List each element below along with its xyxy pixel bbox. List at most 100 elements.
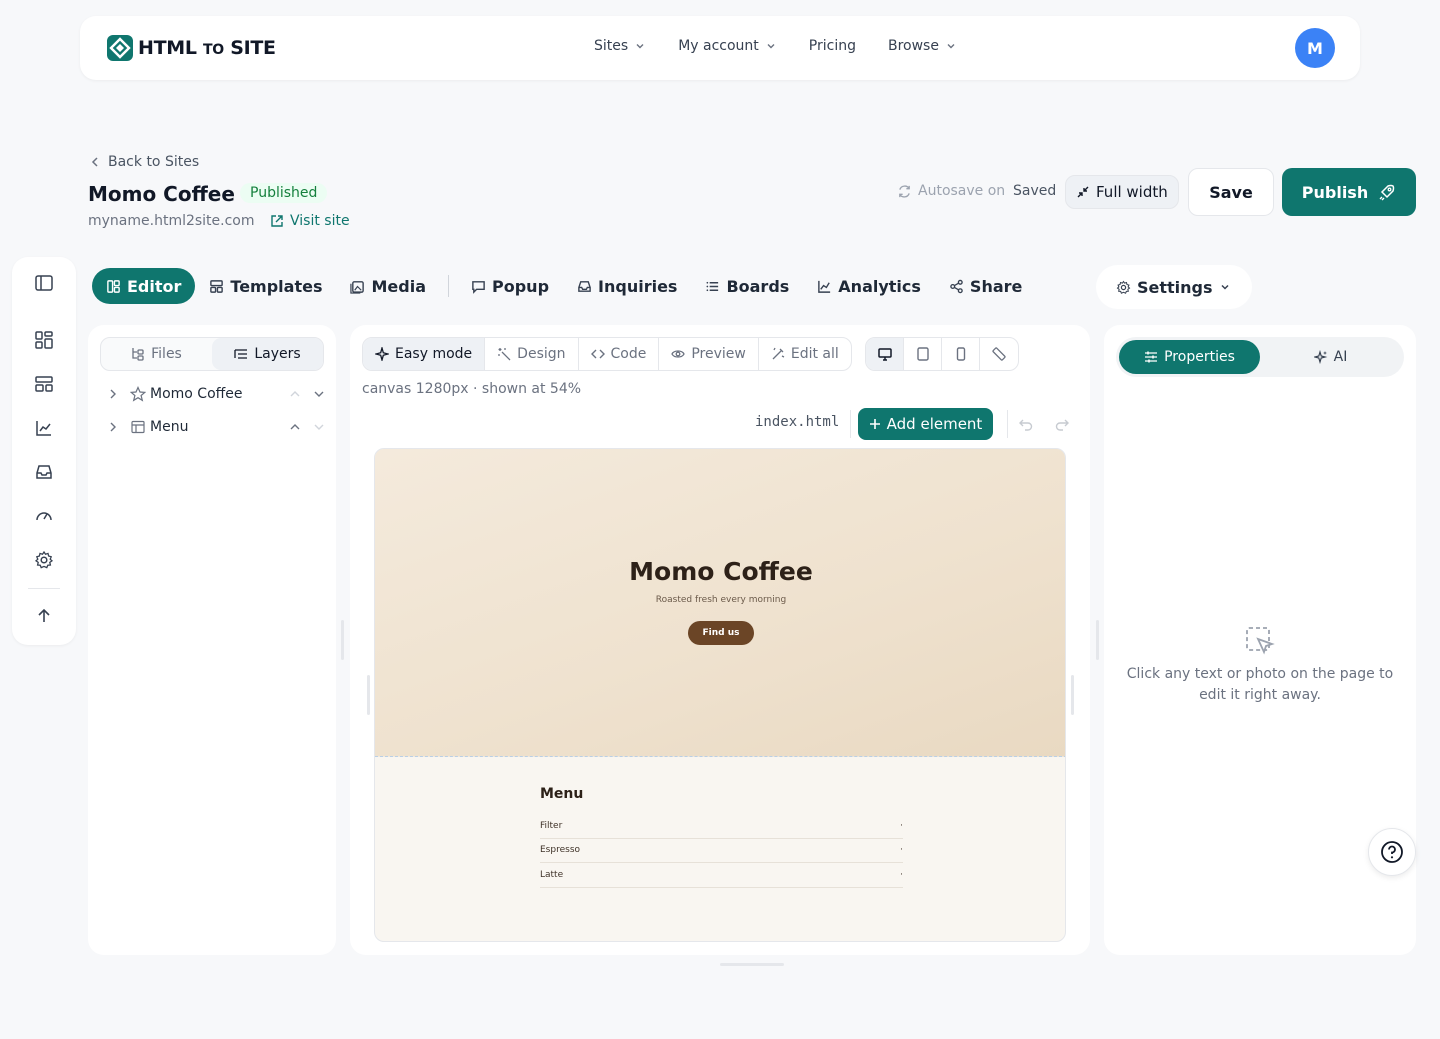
hero-title[interactable]: Momo Coffee <box>375 557 1065 586</box>
nav-browse[interactable]: Browse <box>888 38 957 54</box>
tab-popup[interactable]: Popup <box>457 268 563 304</box>
tab-boards[interactable]: Boards <box>691 268 803 304</box>
chevron-right-icon[interactable] <box>106 420 120 434</box>
star-icon <box>130 386 146 402</box>
redo-icon[interactable] <box>1054 416 1070 432</box>
files-label: Files <box>151 346 182 362</box>
find-us-button[interactable]: Find us <box>688 621 754 645</box>
tab-templates-label: Templates <box>230 276 323 296</box>
bottom-resize-handle[interactable] <box>720 963 784 966</box>
plus-icon <box>869 419 880 429</box>
menu-item-price[interactable]: · <box>900 821 903 831</box>
menu-row[interactable]: Latte · <box>540 863 903 888</box>
current-file-name[interactable]: index.html <box>755 414 839 430</box>
properties-tab[interactable]: Properties <box>1119 340 1260 374</box>
tablet-view-button[interactable] <box>904 338 942 370</box>
dashboard-icon[interactable] <box>34 330 54 350</box>
tab-editor[interactable]: Editor <box>92 268 196 304</box>
desktop-view-button[interactable] <box>866 338 904 370</box>
menu-item-price[interactable]: · <box>900 870 903 880</box>
tab-analytics[interactable]: Analytics <box>803 268 935 304</box>
move-up-icon[interactable] <box>288 387 302 401</box>
undo-icon[interactable] <box>1018 416 1034 432</box>
edit-all-button[interactable]: Edit all <box>759 338 851 370</box>
tab-media[interactable]: Media <box>336 268 440 304</box>
right-resize-handle[interactable] <box>1096 620 1099 660</box>
code-button[interactable]: Code <box>579 338 660 370</box>
easy-mode-label: Easy mode <box>395 346 473 362</box>
arrow-up-icon[interactable] <box>34 606 54 626</box>
menu-item-name[interactable]: Latte <box>540 870 563 880</box>
autosave-status[interactable]: Autosave on <box>897 183 1005 199</box>
chevron-right-icon[interactable] <box>106 387 120 401</box>
rail-divider <box>28 588 60 589</box>
chevron-down-icon <box>947 44 955 49</box>
menu-row[interactable]: Filter · <box>540 814 903 839</box>
visit-site-link[interactable]: Visit site <box>270 213 350 229</box>
empty-state-text: Click any text or photo on the page to e… <box>1126 666 1394 703</box>
mobile-view-button[interactable] <box>942 338 980 370</box>
move-down-icon[interactable] <box>312 420 326 434</box>
canvas-info: canvas 1280px · shown at 54% <box>362 381 582 397</box>
menu-heading[interactable]: Menu <box>540 786 583 802</box>
brand-logo[interactable]: HTML TO SITE <box>106 34 276 62</box>
templates-icon <box>210 279 224 293</box>
preview-label: Preview <box>691 346 746 362</box>
easy-mode-button[interactable]: Easy mode <box>363 338 486 370</box>
layer-item-momo-coffee[interactable]: Momo Coffee <box>106 382 326 406</box>
user-avatar[interactable]: M <box>1295 28 1335 68</box>
nav-pricing[interactable]: Pricing <box>809 38 856 54</box>
sidebar-toggle-icon[interactable] <box>34 273 54 293</box>
tab-inquiries[interactable]: Inquiries <box>563 268 691 304</box>
menu-row[interactable]: Espresso · <box>540 838 903 863</box>
layers-tab[interactable]: Layers <box>212 338 323 370</box>
inbox-icon[interactable] <box>34 462 54 482</box>
add-element-label: Add element <box>886 415 983 433</box>
menu-item-name[interactable]: Espresso <box>540 845 580 855</box>
move-up-icon[interactable] <box>288 420 302 434</box>
back-to-sites-link[interactable]: Back to Sites <box>90 154 199 170</box>
ai-tab[interactable]: AI <box>1260 340 1401 374</box>
wand-edit-icon <box>772 347 785 360</box>
canvas-right-resize-handle[interactable] <box>1071 675 1074 715</box>
status-badge: Published <box>240 183 328 203</box>
site-domain: myname.html2site.com <box>88 213 255 229</box>
canvas-left-resize-handle[interactable] <box>367 675 370 715</box>
chevron-left-icon <box>91 157 98 167</box>
publish-button[interactable]: Publish <box>1282 168 1416 216</box>
analytics-icon[interactable] <box>34 418 54 438</box>
preview-button[interactable]: Preview <box>659 338 759 370</box>
layers-list-icon <box>234 349 248 359</box>
files-tab[interactable]: Files <box>101 338 212 370</box>
help-button[interactable] <box>1368 828 1416 876</box>
menu-item-name[interactable]: Filter <box>540 821 562 831</box>
add-element-button[interactable]: Add element <box>858 408 993 440</box>
menu-item-price[interactable]: · <box>900 845 903 855</box>
move-down-icon[interactable] <box>312 387 326 401</box>
layout-icon[interactable] <box>34 374 54 394</box>
tab-share-label: Share <box>969 276 1023 296</box>
tab-templates[interactable]: Templates <box>195 268 336 304</box>
layer-label: Momo Coffee <box>150 386 243 402</box>
gauge-icon[interactable] <box>34 506 54 526</box>
hero-subtitle[interactable]: Roasted fresh every morning <box>375 595 1065 605</box>
full-width-toggle[interactable]: Full width <box>1065 175 1179 209</box>
page-preview-canvas[interactable]: Momo Coffee Roasted fresh every morning … <box>374 448 1066 942</box>
nav-my-account[interactable]: My account <box>678 38 777 54</box>
hero-section[interactable]: Momo Coffee Roasted fresh every morning … <box>375 449 1065 757</box>
share-icon <box>950 279 963 293</box>
nav-sites[interactable]: Sites <box>594 38 646 54</box>
tab-share[interactable]: Share <box>935 268 1036 304</box>
layer-label: Menu <box>150 419 189 435</box>
save-button[interactable]: Save <box>1188 168 1274 216</box>
reorder-controls <box>288 420 326 434</box>
design-button[interactable]: Design <box>485 338 579 370</box>
ruler-button[interactable] <box>980 338 1018 370</box>
settings-gear-icon[interactable] <box>34 550 54 570</box>
code-icon <box>590 349 605 359</box>
tab-editor-label: Editor <box>127 276 182 296</box>
settings-dropdown[interactable]: Settings <box>1096 265 1252 309</box>
layer-item-menu[interactable]: Menu <box>106 415 326 439</box>
left-resize-handle[interactable] <box>341 620 344 660</box>
desktop-icon <box>877 348 892 361</box>
